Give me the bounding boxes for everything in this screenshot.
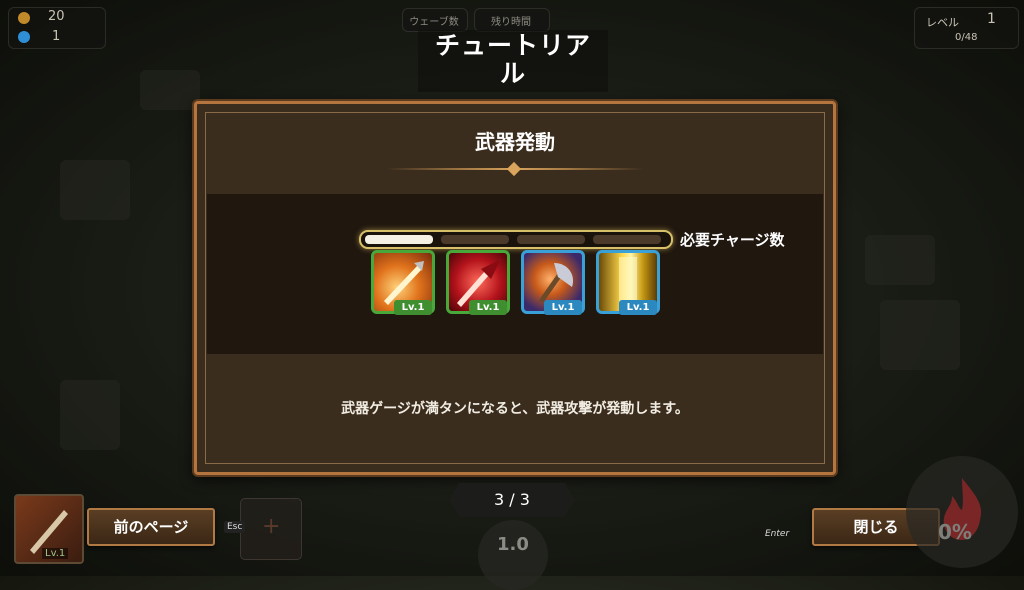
tutorial-title-line1: チュートリア <box>434 31 591 60</box>
illustration-band <box>207 194 823 354</box>
panel-heading: 武器発動 <box>475 130 555 154</box>
gauge-segment-filled <box>365 235 433 244</box>
gauge-segment <box>441 235 509 244</box>
gem-count: 1 <box>52 29 61 44</box>
gauge-segment <box>593 235 661 244</box>
weapon-gauge <box>359 230 673 249</box>
weapon-level-badge: Lv.1 <box>544 300 582 315</box>
weapon-level-badge: Lv.1 <box>619 300 657 315</box>
enter-key-hint: Enter <box>765 529 790 539</box>
flame-icon <box>943 478 982 540</box>
gem-icon <box>18 31 30 43</box>
plus-icon: + <box>262 514 281 539</box>
level-label: レベル <box>926 16 959 29</box>
exp-value: 0/48 <box>955 32 978 43</box>
speed-value: 1.0 <box>497 534 529 555</box>
tutorial-description: 武器ゲージが満タンになると、武器攻撃が発動します。 <box>341 401 689 417</box>
speed-gauge[interactable] <box>478 520 548 590</box>
weapon-level-badge: Lv.1 <box>394 300 432 315</box>
prev-page-button[interactable]: 前のページ <box>87 508 215 546</box>
wave-label: ウェーブ数 <box>409 17 459 28</box>
fire-gauge[interactable] <box>906 456 1018 568</box>
level-value: 1 <box>987 11 996 27</box>
tutorial-title: チュートリア ル <box>418 30 608 92</box>
percent-value: 0% <box>938 520 972 544</box>
coin-count: 20 <box>48 9 65 24</box>
tutorial-title-line2: ル <box>499 59 526 88</box>
skill-level: Lv.1 <box>42 548 69 559</box>
page-indicator: 3 / 3 <box>449 483 575 517</box>
charge-count-label: 必要チャージ数 <box>680 231 785 249</box>
tutorial-panel: 武器発動 必要チャージ数 Lv.1 Lv.1 Lv.1 Lv.1 武器ゲージが満… <box>194 101 836 475</box>
coin-icon <box>18 12 30 24</box>
time-label: 残り時間 <box>491 17 531 28</box>
weapon-level-badge: Lv.1 <box>469 300 507 315</box>
gauge-segment <box>517 235 585 244</box>
esc-key-hint: Esc <box>224 521 246 533</box>
